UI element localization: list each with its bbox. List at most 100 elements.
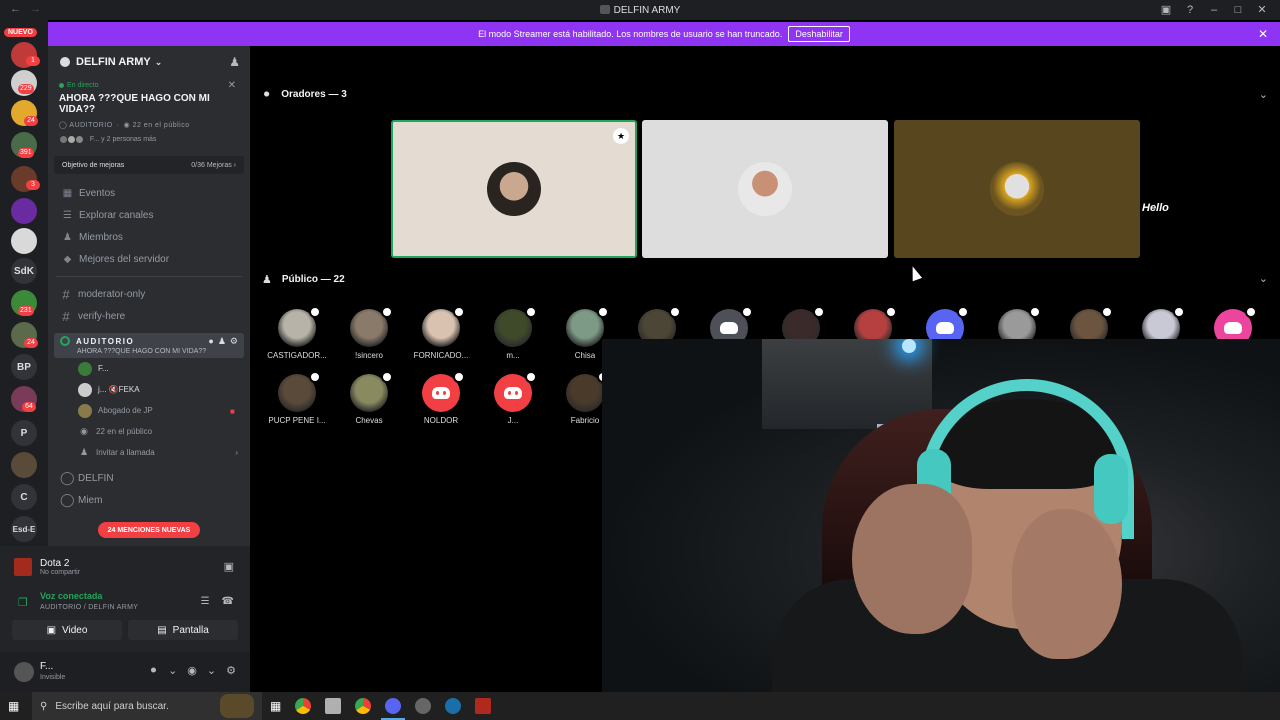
screen-share-icon[interactable]: ▣ — [224, 560, 234, 573]
username[interactable]: F... — [40, 661, 53, 672]
audience-member[interactable]: J... — [477, 371, 549, 425]
voice-member[interactable]: j... 🔇FEKA — [48, 379, 250, 400]
server-icon[interactable]: BP — [11, 354, 37, 380]
voice-title[interactable]: Voz conectada — [40, 591, 102, 601]
close-icon[interactable]: ✕ — [1258, 27, 1268, 41]
gear-icon[interactable]: ⚙ — [226, 664, 236, 677]
audience-member[interactable]: CASTIGADOR... — [261, 306, 333, 360]
steam-icon[interactable] — [445, 698, 462, 714]
channel-name: Miem — [78, 494, 103, 506]
chevron-down-icon[interactable]: ⌄ — [1259, 272, 1268, 285]
audience-member[interactable]: Chevas — [333, 371, 405, 425]
taskbar-search[interactable]: ⚲ Escribe aquí para buscar. — [32, 692, 262, 720]
invite-icon: ♟ — [79, 447, 89, 457]
invite-icon[interactable]: ♟ — [218, 336, 226, 347]
channel-delfin[interactable]: ◯ DELFIN — [48, 467, 250, 489]
request-speak-icon — [525, 371, 537, 383]
dota-icon[interactable] — [475, 698, 492, 714]
screen-button[interactable]: ▤ Pantalla — [128, 620, 238, 640]
boost-goal[interactable]: Objetivo de mejoras 0/36 Mejoras › — [54, 156, 244, 174]
maximize-button[interactable]: □ — [1226, 2, 1250, 18]
channel-auditorio[interactable]: AUDITORIO AHORA ???QUE HAGO CON MI VIDA?… — [54, 333, 244, 358]
disable-streamer-button[interactable]: Deshabilitar — [788, 26, 850, 42]
nav-events[interactable]: ▦ Eventos — [48, 182, 250, 204]
new-mentions-pill[interactable]: 24 MENCIONES NUEVAS — [98, 522, 200, 538]
audience-member[interactable]: PUCP PENE I... — [261, 371, 333, 425]
server-name: DELFIN ARMY — [76, 56, 151, 68]
audience-member[interactable]: FORNICADO... — [405, 306, 477, 360]
request-speak-icon — [381, 371, 393, 383]
audience-member[interactable]: NOLDOR — [405, 371, 477, 425]
windows-start-icon[interactable]: ▦ — [8, 699, 19, 713]
server-icon[interactable]: P — [11, 420, 37, 446]
channel-members[interactable]: ◯ Miem — [48, 489, 250, 511]
request-speak-icon — [309, 371, 321, 383]
video-button[interactable]: ▣ Video — [12, 620, 122, 640]
request-speak-icon — [309, 306, 321, 318]
server-icon[interactable] — [11, 228, 37, 254]
live-stage-card[interactable]: En directo AHORA ???QUE HAGO CON MI VIDA… — [54, 78, 244, 148]
audience-name: J... — [507, 416, 519, 425]
activity-title: Dota 2 — [40, 558, 70, 569]
chat-icon[interactable]: ● — [208, 336, 213, 347]
discord-icon[interactable] — [381, 698, 406, 720]
channel-moderator-only[interactable]: # moderator-only — [48, 283, 250, 305]
server-label: Esd-E — [12, 524, 36, 534]
speaker-tile[interactable]: Hello — [642, 120, 1169, 258]
avatar — [350, 371, 393, 412]
speaker-tile[interactable]: ★ — [391, 120, 637, 258]
request-speak-icon — [741, 306, 753, 318]
chevron-down-icon[interactable]: ⌄ — [1259, 88, 1268, 101]
channel-verify-here[interactable]: # verify-here — [48, 305, 250, 327]
audience-member[interactable]: !sincero — [333, 306, 405, 360]
invite-to-call[interactable]: ♟ Invitar a llamada › — [48, 442, 250, 463]
webcam-person — [852, 484, 972, 634]
webcam-background — [902, 339, 916, 353]
add-person-icon[interactable]: ♟ — [229, 55, 240, 69]
avatar — [78, 403, 92, 418]
audience-member[interactable]: m... — [477, 306, 549, 360]
server-icon[interactable] — [11, 452, 37, 478]
nav-members[interactable]: ♟ Miembros — [48, 226, 250, 248]
inbox-icon[interactable]: ▣ — [1154, 2, 1178, 18]
member-name: j... 🔇FEKA — [98, 385, 140, 394]
server-icon[interactable]: Esd-E — [11, 516, 37, 542]
voice-member[interactable]: F... — [48, 358, 250, 379]
obs-icon[interactable] — [415, 698, 432, 714]
speaker-tile[interactable] — [894, 120, 1140, 258]
noise-suppression-icon[interactable]: ☰ — [201, 596, 210, 607]
audience-count-row[interactable]: ◉ 22 en el público — [48, 421, 250, 442]
help-icon[interactable]: ? — [1178, 2, 1202, 18]
task-view-icon[interactable]: ▦ — [270, 699, 281, 713]
voice-member[interactable]: Abogado de JP ■ — [48, 400, 250, 421]
stage-people-text: F... y 2 personas más — [89, 136, 157, 143]
avatar[interactable] — [14, 662, 34, 682]
window-titlebar: ← → DELFIN ARMY ▣ ? – □ ✕ — [0, 0, 1280, 20]
close-window-button[interactable]: ✕ — [1250, 2, 1274, 18]
screen-label: Pantalla — [172, 624, 209, 636]
server-icon[interactable] — [11, 198, 37, 224]
mention-badge: 391 — [18, 148, 34, 158]
server-icon[interactable]: C — [11, 484, 37, 510]
chrome-icon[interactable] — [295, 698, 312, 714]
avatar — [566, 306, 609, 347]
chrome-icon[interactable] — [355, 698, 372, 714]
headphones-icon[interactable]: ◉ — [187, 664, 197, 677]
minimize-button[interactable]: – — [1202, 2, 1226, 18]
boost-label: Objetivo de mejoras — [62, 161, 125, 169]
server-icon[interactable]: SdK — [11, 258, 37, 284]
nav-browse-channels[interactable]: ☰ Explorar canales — [48, 204, 250, 226]
microphone-icon[interactable]: ⚫ — [149, 664, 158, 677]
discord-logo-icon — [504, 387, 522, 399]
disconnect-icon[interactable]: ☎ — [222, 596, 234, 607]
app-icon[interactable] — [325, 698, 342, 714]
server-header[interactable]: DELFIN ARMY ⌄ ♟ — [48, 46, 250, 78]
gear-icon[interactable]: ⚙ — [230, 336, 238, 347]
nav-label: Explorar canales — [79, 209, 154, 221]
close-icon[interactable]: ✕ — [228, 80, 236, 91]
audience-header: ♟ Público — 22 — [262, 270, 345, 288]
chevron-down-icon[interactable]: ⌄ — [168, 664, 177, 677]
chevron-down-icon[interactable]: ⌄ — [207, 664, 216, 677]
nav-server-boosts[interactable]: ◆ Mejores del servidor — [48, 248, 250, 270]
voice-connected: ❐ Voz conectada AUDITORIO / DELFIN ARMY … — [8, 588, 242, 620]
